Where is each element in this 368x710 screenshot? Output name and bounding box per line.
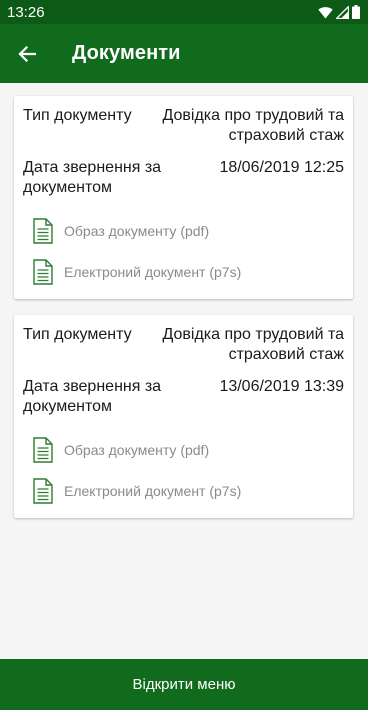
- document-icon: [33, 218, 53, 244]
- document-icon: [33, 437, 53, 463]
- request-date-row: Дата звернення за документом 13/06/2019 …: [23, 377, 344, 417]
- request-date-label: Дата звернення за документом: [23, 159, 162, 196]
- arrow-back-icon: [18, 45, 36, 62]
- signal-icon: [336, 5, 349, 19]
- document-icon: [33, 259, 53, 285]
- app-bar: Документи: [0, 24, 368, 83]
- pdf-document-link[interactable]: Образ документу (pdf): [23, 437, 344, 463]
- document-type-row: Тип документу Довідка про трудовий та ст…: [23, 106, 344, 146]
- pdf-document-label: Образ документу (pdf): [64, 442, 210, 458]
- p7s-document-link[interactable]: Електроний документ (p7s): [23, 259, 344, 285]
- pdf-document-link[interactable]: Образ документу (pdf): [23, 218, 344, 244]
- document-type-label: Тип документу: [23, 326, 132, 343]
- p7s-document-label: Електроний документ (p7s): [64, 264, 242, 280]
- status-time: 13:26: [7, 3, 45, 21]
- documents-list: Тип документу Довідка про трудовий та ст…: [0, 83, 368, 518]
- document-type-label: Тип документу: [23, 107, 132, 124]
- document-type-row: Тип документу Довідка про трудовий та ст…: [23, 325, 344, 365]
- status-icons: [318, 5, 360, 19]
- back-button[interactable]: [15, 42, 39, 66]
- document-card: Тип документу Довідка про трудовий та ст…: [14, 96, 353, 299]
- wifi-icon: [318, 6, 333, 18]
- status-bar: 13:26: [0, 0, 368, 24]
- document-icon: [33, 478, 53, 504]
- p7s-document-label: Електроний документ (p7s): [64, 483, 242, 499]
- p7s-document-link[interactable]: Електроний документ (p7s): [23, 478, 344, 504]
- document-card: Тип документу Довідка про трудовий та ст…: [14, 315, 353, 518]
- document-type-value: Довідка про трудовий та страховий стаж: [162, 326, 344, 363]
- request-date-value: 18/06/2019 12:25: [219, 159, 344, 176]
- pdf-document-label: Образ документу (pdf): [64, 223, 210, 239]
- request-date-row: Дата звернення за документом 18/06/2019 …: [23, 158, 344, 198]
- open-menu-button[interactable]: Відкрити меню: [0, 659, 368, 710]
- document-type-value: Довідка про трудовий та страховий стаж: [162, 107, 344, 144]
- battery-icon: [352, 5, 360, 19]
- request-date-value: 13/06/2019 13:39: [219, 378, 344, 395]
- page-title: Документи: [72, 42, 181, 64]
- request-date-label: Дата звернення за документом: [23, 378, 162, 415]
